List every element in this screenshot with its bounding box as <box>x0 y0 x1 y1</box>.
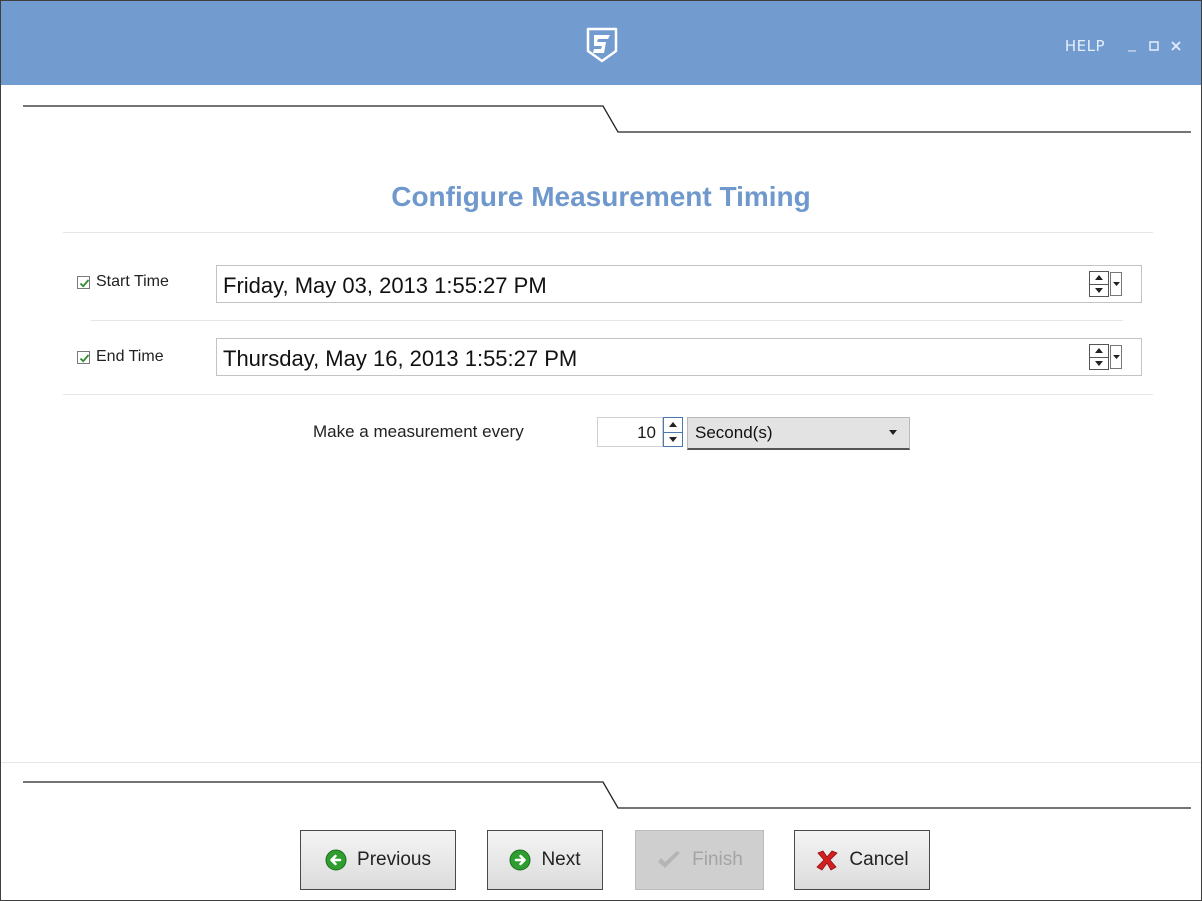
cancel-button[interactable]: Cancel <box>794 830 930 890</box>
finish-button[interactable]: Finish <box>635 830 764 890</box>
close-icon[interactable] <box>1165 41 1187 51</box>
chevron-down-icon <box>1113 355 1120 359</box>
next-button[interactable]: Next <box>487 830 603 890</box>
title-bar: HELP _ <box>1 1 1201 85</box>
next-button-label: Next <box>541 849 581 870</box>
maximize-icon[interactable] <box>1143 41 1165 51</box>
start-time-value[interactable]: Friday, May 03, 2013 1:55:27 PM <box>223 273 547 299</box>
interval-value-input[interactable]: 10 <box>597 417 663 447</box>
start-time-dropdown-button[interactable] <box>1110 272 1122 296</box>
start-time-label: Start Time <box>96 273 169 290</box>
start-time-increment[interactable] <box>1090 272 1108 284</box>
start-time-decrement[interactable] <box>1090 284 1108 297</box>
end-time-label-group: End Time <box>77 348 164 366</box>
red-x-icon <box>815 849 839 871</box>
start-time-checkbox[interactable] <box>77 275 90 289</box>
end-time-separator <box>63 394 1153 395</box>
end-time-checkbox[interactable] <box>77 350 90 364</box>
checkmark-icon <box>656 850 682 870</box>
interval-unit-select[interactable]: Second(s) <box>687 417 910 450</box>
chevron-down-icon <box>1113 282 1120 286</box>
heading-separator <box>63 232 1153 233</box>
start-time-separator <box>91 320 1123 321</box>
chevron-down-icon <box>889 430 897 435</box>
window-controls: HELP _ <box>1065 34 1187 55</box>
start-time-spinner[interactable] <box>1089 271 1109 297</box>
end-time-dropdown-button[interactable] <box>1110 345 1122 369</box>
footer-separator <box>1 762 1201 763</box>
page-title: Configure Measurement Timing <box>391 181 811 212</box>
end-time-value[interactable]: Thursday, May 16, 2013 1:55:27 PM <box>223 346 577 372</box>
previous-button-label: Previous <box>357 849 431 870</box>
arrow-right-circle-icon <box>509 849 531 871</box>
campbell-scientific-logo-icon <box>586 27 618 63</box>
start-time-picker[interactable]: Friday, May 03, 2013 1:55:27 PM <box>216 265 1142 303</box>
end-time-spinner[interactable] <box>1089 344 1109 370</box>
interval-unit-value: Second(s) <box>695 423 773 442</box>
finish-button-label: Finish <box>692 849 743 870</box>
start-time-label-group: Start Time <box>77 273 169 291</box>
interval-increment[interactable] <box>664 418 682 432</box>
bottom-step-divider <box>23 781 1191 809</box>
wizard-window: HELP _ Configure Measurement Timing Star… <box>0 0 1202 901</box>
cancel-button-label: Cancel <box>849 849 909 870</box>
interval-spinner[interactable] <box>663 417 683 447</box>
end-time-decrement[interactable] <box>1090 357 1108 370</box>
interval-label: Make a measurement every <box>313 422 524 441</box>
end-time-label: End Time <box>96 348 164 365</box>
arrow-left-circle-icon <box>325 849 347 871</box>
end-time-picker[interactable]: Thursday, May 16, 2013 1:55:27 PM <box>216 338 1142 376</box>
interval-decrement[interactable] <box>664 432 682 447</box>
previous-button[interactable]: Previous <box>300 830 456 890</box>
end-time-increment[interactable] <box>1090 345 1108 357</box>
interval-value[interactable]: 10 <box>637 423 656 443</box>
help-button[interactable]: HELP <box>1065 37 1105 55</box>
top-step-divider <box>23 105 1191 133</box>
minimize-icon[interactable]: _ <box>1121 34 1143 52</box>
